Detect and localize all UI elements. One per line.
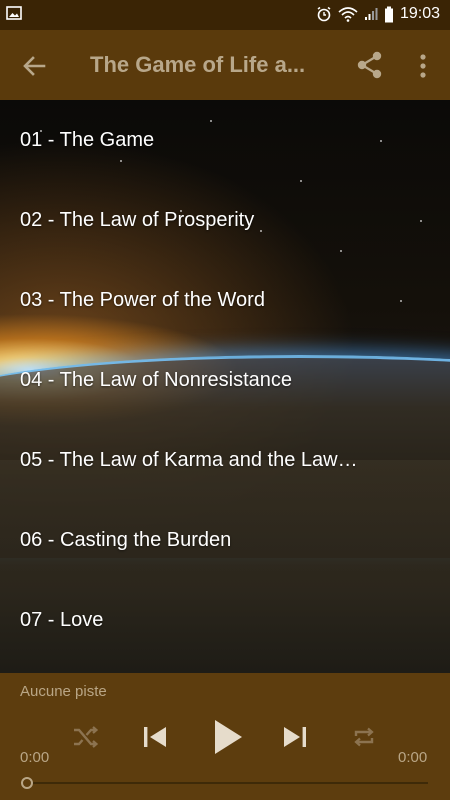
music-player: Aucune piste 0:00 0:00	[0, 673, 450, 800]
seek-knob[interactable]	[21, 777, 33, 789]
seek-bar[interactable]	[21, 777, 428, 789]
page-title: The Game of Life a...	[90, 52, 306, 77]
repeat-icon[interactable]	[351, 724, 377, 750]
status-bar: 19:03	[0, 0, 450, 30]
previous-icon[interactable]	[141, 723, 169, 751]
list-item[interactable]: 02 - The Law of Prosperity	[20, 200, 430, 240]
list-item[interactable]: 05 - The Law of Karma and the Law…	[20, 440, 430, 480]
list-item[interactable]: 04 - The Law of Nonresistance	[20, 360, 430, 400]
list-item[interactable]: 06 - Casting the Burden	[20, 520, 430, 560]
app-bar: The Game of Life a...	[0, 30, 450, 100]
back-icon[interactable]	[20, 52, 48, 80]
battery-icon	[384, 6, 393, 22]
shuffle-icon[interactable]	[72, 724, 98, 750]
status-time: 19:03	[399, 5, 440, 22]
list-item[interactable]: 07 - Love	[20, 600, 430, 640]
play-icon[interactable]	[211, 717, 245, 757]
track-list: 01 - The Game 02 - The Law of Prosperity…	[0, 100, 450, 673]
elapsed-time: 0:00	[20, 749, 50, 766]
next-icon[interactable]	[281, 723, 309, 751]
wifi-icon	[338, 7, 358, 22]
alarm-icon	[317, 6, 331, 22]
list-item[interactable]: 03 - The Power of the Word	[20, 280, 430, 320]
list-item[interactable]: 01 - The Game	[20, 120, 430, 160]
now-playing-label: Aucune piste	[20, 683, 107, 700]
signal-icon	[364, 8, 378, 20]
total-duration: 0:00	[398, 749, 428, 766]
share-icon[interactable]	[356, 50, 384, 80]
more-icon[interactable]	[413, 51, 433, 81]
image-icon	[6, 6, 22, 20]
